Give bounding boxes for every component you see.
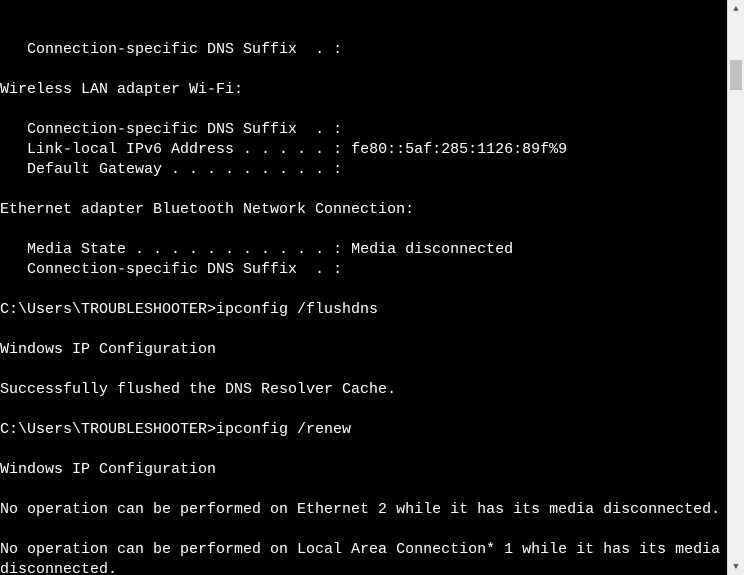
scroll-thumb[interactable]: [730, 60, 742, 90]
terminal-line: [0, 280, 727, 300]
terminal-line: [0, 320, 727, 340]
terminal-line: [0, 60, 727, 80]
terminal-line: [0, 180, 727, 200]
terminal-line: C:\Users\TROUBLESHOOTER>ipconfig /renew: [0, 420, 727, 440]
terminal-line: Connection-specific DNS Suffix . :: [0, 40, 727, 60]
terminal-line: Wireless LAN adapter Wi-Fi:: [0, 80, 727, 100]
terminal-line: No operation can be performed on Local A…: [0, 540, 727, 575]
terminal-line: Windows IP Configuration: [0, 340, 727, 360]
terminal-line: [0, 360, 727, 380]
terminal-line: Windows IP Configuration: [0, 460, 727, 480]
terminal-output[interactable]: Connection-specific DNS Suffix . : Wirel…: [0, 0, 727, 575]
scroll-up-arrow[interactable]: ▲: [728, 0, 744, 17]
terminal-line: Connection-specific DNS Suffix . :: [0, 260, 727, 280]
terminal-line: [0, 480, 727, 500]
terminal-line: [0, 520, 727, 540]
terminal-line: [0, 440, 727, 460]
terminal-line: No operation can be performed on Etherne…: [0, 500, 727, 520]
terminal-line: Link-local IPv6 Address . . . . . : fe80…: [0, 140, 727, 160]
scroll-down-arrow[interactable]: ▼: [728, 558, 744, 575]
terminal-line: Media State . . . . . . . . . . . : Medi…: [0, 240, 727, 260]
vertical-scrollbar[interactable]: ▲ ▼ m: [727, 0, 744, 575]
terminal-line: Successfully flushed the DNS Resolver Ca…: [0, 380, 727, 400]
terminal-line: Ethernet adapter Bluetooth Network Conne…: [0, 200, 727, 220]
terminal-line: [0, 220, 727, 240]
terminal-line: C:\Users\TROUBLESHOOTER>ipconfig /flushd…: [0, 300, 727, 320]
terminal-line: Default Gateway . . . . . . . . . :: [0, 160, 727, 180]
terminal-line: [0, 100, 727, 120]
terminal-line: [0, 400, 727, 420]
terminal-line: Connection-specific DNS Suffix . :: [0, 120, 727, 140]
